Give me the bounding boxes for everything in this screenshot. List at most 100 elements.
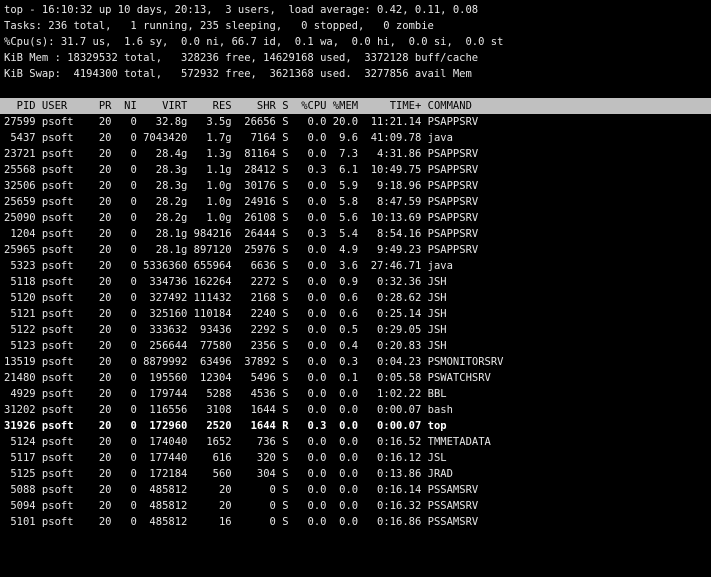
uptime-line: top - 16:10:32 up 10 days, 20:13, 3 user… — [4, 4, 479, 16]
state-cell: S — [275, 116, 289, 128]
cpu-cell: 0.0 — [288, 340, 327, 352]
pid-cell: 5101 — [4, 516, 36, 528]
pr-cell: 20 — [92, 164, 112, 176]
pid-cell: 5117 — [4, 452, 36, 464]
column-header-cpu: %CPU — [288, 100, 327, 112]
virt-cell: 174040 — [136, 436, 188, 448]
user-cell: psoft — [35, 164, 93, 176]
pr-cell: 20 — [92, 116, 112, 128]
mem-cell: 5.8 — [326, 196, 359, 208]
pid-cell: 1204 — [4, 228, 36, 240]
pr-cell: 20 — [92, 180, 112, 192]
time-cell: 0:16.86 — [358, 516, 422, 528]
process-row: 5101 psoft 20 0 485812 16 0 S 0.0 0.0 0:… — [4, 514, 711, 530]
mem-cell: 0.0 — [326, 468, 359, 480]
pid-cell: 5088 — [4, 484, 36, 496]
state-cell: S — [275, 500, 289, 512]
state-cell: S — [275, 212, 289, 224]
shr-cell: 6636 — [231, 260, 276, 272]
user-cell: psoft — [35, 148, 93, 160]
res-cell: 111432 — [187, 292, 232, 304]
pr-cell: 20 — [92, 516, 112, 528]
shr-cell: 1644 — [231, 420, 276, 432]
terminal-window[interactable]: top - 16:10:32 up 10 days, 20:13, 3 user… — [0, 2, 711, 530]
time-cell: 0:28.62 — [358, 292, 422, 304]
user-cell: psoft — [35, 292, 93, 304]
cpu-cell: 0.0 — [288, 260, 327, 272]
state-cell: S — [275, 436, 289, 448]
res-cell: 3.5g — [187, 116, 232, 128]
process-row: 5117 psoft 20 0 177440 616 320 S 0.0 0.0… — [4, 450, 711, 466]
shr-cell: 37892 — [231, 356, 276, 368]
pr-cell: 20 — [92, 452, 112, 464]
pr-cell: 20 — [92, 292, 112, 304]
time-cell: 10:49.75 — [358, 164, 422, 176]
user-cell: psoft — [35, 372, 93, 384]
ni-cell: 0 — [111, 180, 137, 192]
ni-cell: 0 — [111, 292, 137, 304]
shr-cell: 30176 — [231, 180, 276, 192]
ni-cell: 0 — [111, 484, 137, 496]
res-cell: 20 — [187, 500, 232, 512]
cpu-cell: 0.0 — [288, 500, 327, 512]
res-cell: 63496 — [187, 356, 232, 368]
time-cell: 0:16.12 — [358, 452, 422, 464]
column-header-pr: PR — [92, 100, 112, 112]
res-cell: 1.0g — [187, 212, 232, 224]
user-cell: psoft — [35, 516, 93, 528]
time-cell: 1:02.22 — [358, 388, 422, 400]
virt-cell: 172960 — [136, 420, 188, 432]
shr-cell: 2292 — [231, 324, 276, 336]
state-cell: S — [275, 340, 289, 352]
cpu-cell: 0.0 — [288, 484, 327, 496]
pid-cell: 5125 — [4, 468, 36, 480]
virt-cell: 172184 — [136, 468, 188, 480]
shr-cell: 28412 — [231, 164, 276, 176]
ni-cell: 0 — [111, 516, 137, 528]
command-cell: JSH — [421, 276, 447, 288]
pr-cell: 20 — [92, 388, 112, 400]
command-cell: PSMONITORSRV — [421, 356, 504, 368]
res-cell: 5288 — [187, 388, 232, 400]
process-row: 23721 psoft 20 0 28.4g 1.3g 81164 S 0.0 … — [4, 146, 711, 162]
pr-cell: 20 — [92, 196, 112, 208]
ni-cell: 0 — [111, 212, 137, 224]
time-cell: 27:46.71 — [358, 260, 422, 272]
ni-cell: 0 — [111, 356, 137, 368]
virt-cell: 116556 — [136, 404, 188, 416]
res-cell: 897120 — [187, 244, 232, 256]
command-cell: JSH — [421, 340, 447, 352]
mem-cell: 0.0 — [326, 388, 359, 400]
state-cell: S — [275, 404, 289, 416]
command-cell: PSWATCHSRV — [421, 372, 491, 384]
shr-cell: 0 — [231, 516, 276, 528]
pid-cell: 31926 — [4, 420, 36, 432]
cpu-cell: 0.0 — [288, 436, 327, 448]
shr-cell: 1644 — [231, 404, 276, 416]
virt-cell: 28.1g — [136, 244, 188, 256]
pid-cell: 25090 — [4, 212, 36, 224]
command-cell: PSSAMSRV — [421, 500, 479, 512]
virt-cell: 28.2g — [136, 196, 188, 208]
cpu-cell: 0.0 — [288, 452, 327, 464]
column-header-ni: NI — [111, 100, 137, 112]
process-row: 25568 psoft 20 0 28.3g 1.1g 28412 S 0.3 … — [4, 162, 711, 178]
shr-cell: 2356 — [231, 340, 276, 352]
shr-cell: 2168 — [231, 292, 276, 304]
res-cell: 1.1g — [187, 164, 232, 176]
state-cell: S — [275, 484, 289, 496]
state-cell: S — [275, 244, 289, 256]
virt-cell: 485812 — [136, 500, 188, 512]
ni-cell: 0 — [111, 132, 137, 144]
res-cell: 655964 — [187, 260, 232, 272]
res-cell: 3108 — [187, 404, 232, 416]
res-cell: 77580 — [187, 340, 232, 352]
pr-cell: 20 — [92, 228, 112, 240]
ni-cell: 0 — [111, 116, 137, 128]
user-cell: psoft — [35, 452, 93, 464]
process-row: 5125 psoft 20 0 172184 560 304 S 0.0 0.0… — [4, 466, 711, 482]
mem-cell: 0.0 — [326, 484, 359, 496]
ni-cell: 0 — [111, 164, 137, 176]
command-cell: JSL — [421, 452, 447, 464]
